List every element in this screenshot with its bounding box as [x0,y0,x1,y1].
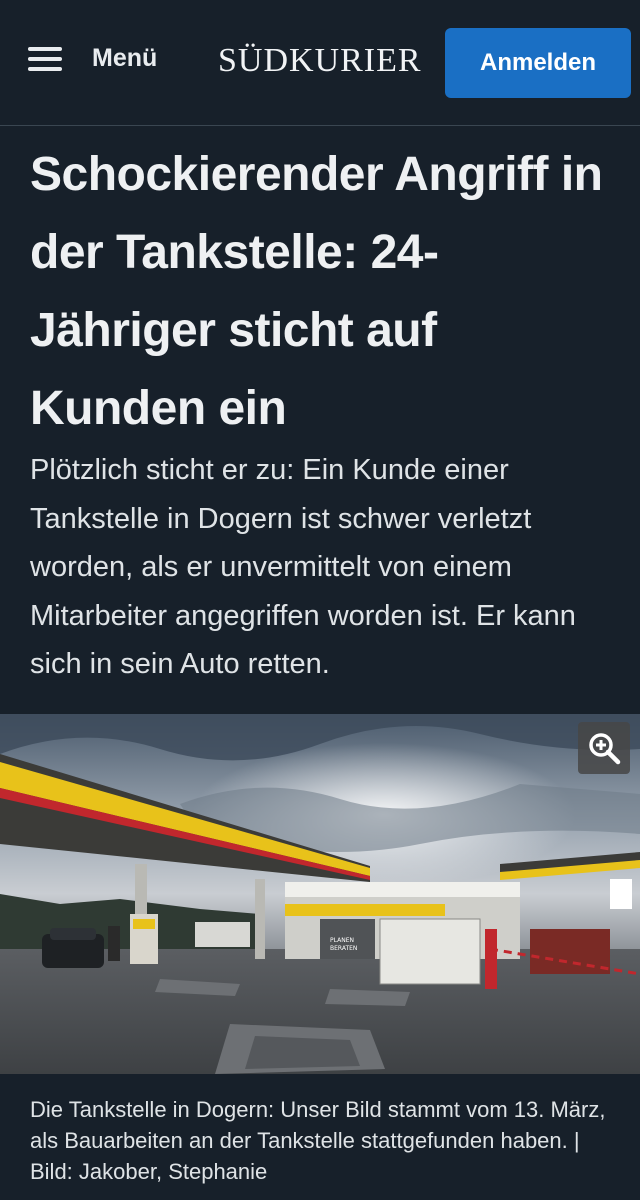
zoom-in-icon [589,733,621,765]
site-header: Menü SÜDKURIER Anmelden [0,0,640,126]
site-logo[interactable]: SÜDKURIER [218,42,422,80]
image-zoom-button[interactable] [578,722,630,774]
menu-label: Menü [92,44,158,72]
svg-text:BERATEN: BERATEN [330,945,357,952]
article-image[interactable]: PLANEN BERATEN [0,714,640,1074]
article-headline: Schockierender Angriff in der Tankstelle… [30,148,603,435]
article-teaser: Plötzlich sticht er zu: Ein Kunde einer … [30,454,576,680]
svg-text:PLANEN: PLANEN [330,937,354,944]
image-caption: Die Tankstelle in Dogern: Unser Bild sta… [30,1097,606,1184]
hamburger-icon [28,45,62,73]
login-button[interactable]: Anmelden [445,28,631,98]
menu-button[interactable]: Menü [28,44,157,73]
